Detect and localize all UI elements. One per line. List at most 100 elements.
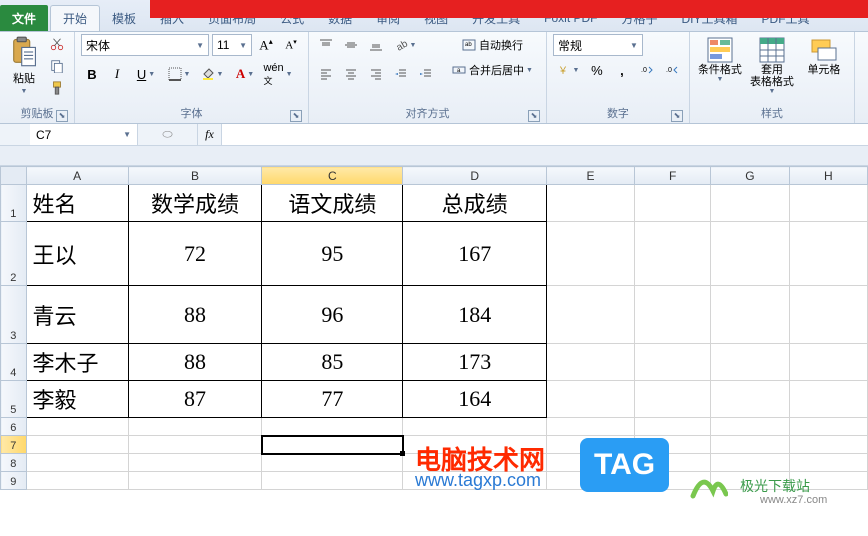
column-header-G[interactable]: G: [711, 167, 789, 185]
cell-F3[interactable]: [634, 286, 710, 344]
italic-button[interactable]: I: [106, 63, 128, 85]
cut-button[interactable]: [46, 34, 68, 54]
cell-D1[interactable]: 总成绩: [403, 185, 546, 222]
cell-D5[interactable]: 164: [403, 381, 546, 418]
cell-B3[interactable]: 88: [128, 286, 261, 344]
cell-E3[interactable]: [546, 286, 634, 344]
column-header-C[interactable]: C: [262, 167, 403, 185]
column-header-B[interactable]: B: [128, 167, 261, 185]
column-header-D[interactable]: D: [403, 167, 546, 185]
cell-A1[interactable]: 姓名: [26, 185, 128, 222]
cell-C9[interactable]: [262, 472, 403, 490]
cell-H6[interactable]: [789, 418, 867, 436]
column-header-F[interactable]: F: [634, 167, 710, 185]
cell-G1[interactable]: [711, 185, 789, 222]
cell-G6[interactable]: [711, 418, 789, 436]
underline-button[interactable]: U▼: [131, 63, 161, 85]
cell-G2[interactable]: [711, 222, 789, 286]
row-header-8[interactable]: 8: [1, 454, 27, 472]
cell-styles-button[interactable]: 单元格: [800, 34, 848, 78]
cell-E5[interactable]: [546, 381, 634, 418]
cell-D3[interactable]: 184: [403, 286, 546, 344]
cell-G9[interactable]: [711, 472, 789, 490]
column-header-E[interactable]: E: [546, 167, 634, 185]
number-format-combo[interactable]: 常规▼: [553, 34, 643, 56]
fx-icon[interactable]: fx: [198, 124, 222, 145]
cell-C1[interactable]: 语文成绩: [262, 185, 403, 222]
cell-G8[interactable]: [711, 454, 789, 472]
cell-E8[interactable]: [546, 454, 634, 472]
fill-color-button[interactable]: ▼: [197, 63, 227, 85]
cell-H5[interactable]: [789, 381, 867, 418]
cell-E4[interactable]: [546, 344, 634, 381]
increase-decimal-button[interactable]: .0: [636, 59, 658, 81]
row-header-6[interactable]: 6: [1, 418, 27, 436]
bold-button[interactable]: B: [81, 63, 103, 85]
cell-B5[interactable]: 87: [128, 381, 261, 418]
cell-F9[interactable]: [634, 472, 710, 490]
cell-A6[interactable]: [26, 418, 128, 436]
cell-F7[interactable]: [634, 436, 710, 454]
cell-B7[interactable]: [128, 436, 261, 454]
align-middle-button[interactable]: [340, 34, 362, 56]
accounting-format-button[interactable]: ￥▼: [553, 59, 583, 81]
cell-E1[interactable]: [546, 185, 634, 222]
decrease-font-button[interactable]: A▾: [280, 34, 302, 56]
cell-E9[interactable]: [546, 472, 634, 490]
cell-C8[interactable]: [262, 454, 403, 472]
cell-F1[interactable]: [634, 185, 710, 222]
cell-H9[interactable]: [789, 472, 867, 490]
cell-B4[interactable]: 88: [128, 344, 261, 381]
cell-D9[interactable]: [403, 472, 546, 490]
cell-F5[interactable]: [634, 381, 710, 418]
cell-B1[interactable]: 数学成绩: [128, 185, 261, 222]
cell-H2[interactable]: [789, 222, 867, 286]
cell-E7[interactable]: [546, 436, 634, 454]
spreadsheet-grid[interactable]: ABCDEFGH1姓名数学成绩语文成绩总成绩2王以72951673青云88961…: [0, 166, 868, 490]
cell-A4[interactable]: 李木子: [26, 344, 128, 381]
decrease-decimal-button[interactable]: .0: [661, 59, 683, 81]
cell-C5[interactable]: 77: [262, 381, 403, 418]
row-header-1[interactable]: 1: [1, 185, 27, 222]
cell-A5[interactable]: 李毅: [26, 381, 128, 418]
cell-B8[interactable]: [128, 454, 261, 472]
cell-E2[interactable]: [546, 222, 634, 286]
cell-B9[interactable]: [128, 472, 261, 490]
conditional-format-button[interactable]: 条件格式 ▼: [696, 34, 744, 85]
name-box[interactable]: C7▼: [30, 124, 138, 145]
font-name-combo[interactable]: 宋体▼: [81, 34, 209, 56]
cell-G3[interactable]: [711, 286, 789, 344]
cell-D8[interactable]: [403, 454, 546, 472]
font-size-combo[interactable]: 11▼: [212, 34, 252, 56]
format-painter-button[interactable]: [46, 78, 68, 98]
cell-C3[interactable]: 96: [262, 286, 403, 344]
phonetic-button[interactable]: wén文▼: [263, 63, 293, 85]
align-right-button[interactable]: [365, 63, 387, 85]
cell-B6[interactable]: [128, 418, 261, 436]
cell-D7[interactable]: [403, 436, 546, 454]
cell-H7[interactable]: [789, 436, 867, 454]
paste-button[interactable]: 粘贴 ▼: [6, 34, 42, 97]
formula-input[interactable]: [222, 124, 868, 145]
cell-G5[interactable]: [711, 381, 789, 418]
row-header-3[interactable]: 3: [1, 286, 27, 344]
orientation-button[interactable]: ab▼: [390, 34, 420, 56]
merge-center-button[interactable]: a合并后居中▼: [445, 59, 540, 81]
cell-E6[interactable]: [546, 418, 634, 436]
cell-D4[interactable]: 173: [403, 344, 546, 381]
copy-button[interactable]: [46, 56, 68, 76]
cell-C6[interactable]: [262, 418, 403, 436]
cell-A9[interactable]: [26, 472, 128, 490]
align-left-button[interactable]: [315, 63, 337, 85]
increase-indent-button[interactable]: [415, 63, 437, 85]
cell-B2[interactable]: 72: [128, 222, 261, 286]
comma-button[interactable]: ,: [611, 59, 633, 81]
cell-C4[interactable]: 85: [262, 344, 403, 381]
cell-G4[interactable]: [711, 344, 789, 381]
font-color-button[interactable]: A▼: [230, 63, 260, 85]
align-bottom-button[interactable]: [365, 34, 387, 56]
cell-D2[interactable]: 167: [403, 222, 546, 286]
row-header-2[interactable]: 2: [1, 222, 27, 286]
cell-A2[interactable]: 王以: [26, 222, 128, 286]
tab-file[interactable]: 文件: [0, 5, 48, 31]
